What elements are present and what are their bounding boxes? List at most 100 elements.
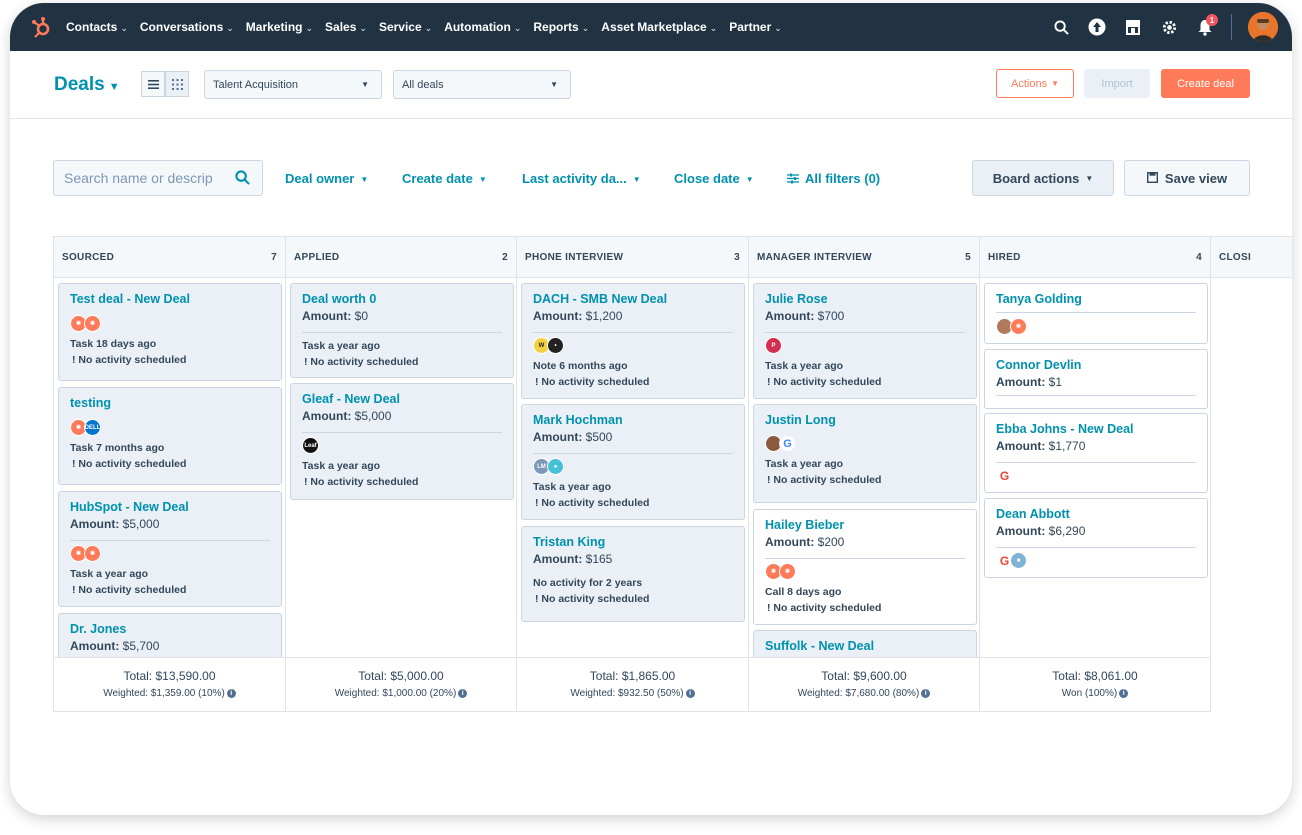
marketplace-icon[interactable] bbox=[1123, 17, 1143, 37]
search-icon[interactable] bbox=[235, 170, 250, 188]
board-view-button[interactable] bbox=[165, 71, 189, 97]
list-view-button[interactable] bbox=[141, 71, 165, 97]
deal-card[interactable]: Julie Rose Amount: $700 P Task a year ag… bbox=[753, 283, 977, 399]
deal-name-link[interactable]: DACH - SMB New Deal bbox=[533, 292, 733, 306]
deal-amount: Amount: $700 bbox=[765, 309, 845, 323]
nav-conversations[interactable]: Conversations ⌄ bbox=[140, 20, 234, 34]
deal-name-link[interactable]: Dr. Jones bbox=[70, 622, 270, 636]
deal-card[interactable]: Test deal - New Deal ✱ ✱ Task 18 days ag… bbox=[58, 283, 282, 381]
deal-card[interactable]: Deal worth 0 Amount: $0 Task a year ago … bbox=[290, 283, 514, 378]
hubspot-logo-icon[interactable] bbox=[30, 16, 52, 38]
nav-contacts[interactable]: Contacts ⌄ bbox=[66, 20, 128, 34]
nav-service[interactable]: Service ⌄ bbox=[379, 20, 432, 34]
deal-card[interactable]: Dr. Jones Amount: $5,700 bbox=[58, 613, 282, 658]
associated-avatars: ✱ ✱ bbox=[765, 562, 965, 581]
deal-card[interactable]: Justin Long G Task a year ago ! No activ… bbox=[753, 404, 977, 503]
deal-name-link[interactable]: Dean Abbott bbox=[996, 507, 1196, 521]
sliders-icon bbox=[787, 172, 799, 187]
page-header: Deals ▼ Talent Acquisition ▼ All deals ▼ Ac… bbox=[10, 51, 1292, 119]
import-button[interactable]: Import bbox=[1084, 69, 1150, 98]
deal-card[interactable]: Connor Devlin Amount: $1 bbox=[984, 349, 1208, 409]
card-divider bbox=[765, 332, 965, 333]
column-count: 7 bbox=[271, 251, 277, 263]
column-header: SOURCED 7 bbox=[54, 236, 285, 278]
deal-name-link[interactable]: Ebba Johns - New Deal bbox=[996, 422, 1196, 436]
deal-card[interactable]: Gleaf - New Deal Amount: $5,000 Leaf Tas… bbox=[290, 383, 514, 500]
deal-name-link[interactable]: Gleaf - New Deal bbox=[302, 392, 502, 406]
nav-sales[interactable]: Sales ⌄ bbox=[325, 20, 367, 34]
deal-name-link[interactable]: Mark Hochman bbox=[533, 413, 733, 427]
search-input[interactable]: Search name or descrip bbox=[53, 160, 263, 196]
info-icon[interactable]: i bbox=[226, 688, 236, 698]
view-select[interactable]: All deals ▼ bbox=[393, 70, 571, 99]
filter-last-activity-date[interactable]: Last activity da... ▼ bbox=[522, 171, 641, 186]
create-deal-button[interactable]: Create deal bbox=[1161, 69, 1250, 98]
deal-amount: Amount: $1,200 bbox=[533, 309, 623, 323]
pipeline-select[interactable]: Talent Acquisition ▼ bbox=[204, 70, 382, 99]
board-column-hired: HIRED 4 Tanya Golding ✱ Connor Devlin Amo… bbox=[980, 236, 1211, 712]
user-avatar[interactable] bbox=[1248, 12, 1278, 42]
company-logo-icon: ■ bbox=[1010, 552, 1027, 569]
filter-deal-owner[interactable]: Deal owner ▼ bbox=[285, 171, 368, 186]
deal-card[interactable]: Ebba Johns - New Deal Amount: $1,770 G bbox=[984, 413, 1208, 493]
info-icon[interactable]: i bbox=[685, 688, 695, 698]
nav-automation[interactable]: Automation ⌄ bbox=[444, 20, 521, 34]
deal-card[interactable]: Hailey Bieber Amount: $200 ✱ ✱ Call 8 da… bbox=[753, 509, 977, 625]
all-filters-button[interactable]: All filters (0) bbox=[787, 171, 880, 187]
caret-down-icon: ▼ bbox=[1051, 79, 1059, 88]
last-activity: Task a year ago bbox=[302, 340, 381, 352]
deal-name-link[interactable]: Tanya Golding bbox=[996, 292, 1196, 306]
deal-amount: Amount: $5,700 bbox=[70, 639, 160, 653]
info-icon[interactable]: i bbox=[458, 688, 468, 698]
search-icon[interactable] bbox=[1051, 17, 1071, 37]
nav-utilities: 1 bbox=[1051, 3, 1278, 51]
column-weighted: Won (100%) i bbox=[980, 688, 1210, 699]
actions-button[interactable]: Actions ▼ bbox=[996, 69, 1074, 98]
deal-card[interactable]: Mark Hochman Amount: $500 LM ● Task a ye… bbox=[521, 404, 745, 520]
deal-card[interactable]: Tristan King Amount: $165 No activity fo… bbox=[521, 526, 745, 622]
deal-amount: Amount: $1 bbox=[996, 375, 1063, 389]
object-switcher[interactable]: Deals ▼ bbox=[54, 74, 120, 96]
deal-name-link[interactable]: Hailey Bieber bbox=[765, 518, 965, 532]
deal-name-link[interactable]: Julie Rose bbox=[765, 292, 965, 306]
deal-card[interactable]: DACH - SMB New Deal Amount: $1,200 W • N… bbox=[521, 283, 745, 399]
deal-name-link[interactable]: Tristan King bbox=[533, 535, 733, 549]
info-icon[interactable]: i bbox=[1119, 688, 1129, 698]
nav-reports[interactable]: Reports ⌄ bbox=[533, 20, 589, 34]
google-logo-icon: G bbox=[996, 467, 1013, 484]
board-column-phone-interview: PHONE INTERVIEW 3 DACH - SMB New Deal Amo… bbox=[517, 236, 749, 712]
column-weighted: Weighted: $932.50 (50%) i bbox=[517, 688, 748, 699]
deal-card[interactable]: Dean Abbott Amount: $6,290 G ■ bbox=[984, 498, 1208, 578]
deal-name-link[interactable]: Connor Devlin bbox=[996, 358, 1196, 372]
deal-card[interactable]: Suffolk - New Deal bbox=[753, 630, 977, 658]
deal-name-link[interactable]: Justin Long bbox=[765, 413, 965, 427]
nav-marketing[interactable]: Marketing ⌄ bbox=[246, 20, 313, 34]
deal-amount: Amount: $0 bbox=[302, 309, 369, 323]
notifications-bell-icon[interactable]: 1 bbox=[1195, 14, 1218, 37]
next-activity: ! No activity scheduled bbox=[72, 458, 187, 470]
filter-close-date[interactable]: Close date ▼ bbox=[674, 171, 754, 186]
deal-card[interactable]: Tanya Golding ✱ bbox=[984, 283, 1208, 344]
filter-create-date[interactable]: Create date ▼ bbox=[402, 171, 487, 186]
deal-name-link[interactable]: Test deal - New Deal bbox=[70, 292, 270, 306]
column-weighted: Weighted: $1,359.00 (10%) i bbox=[54, 688, 285, 699]
deal-name-link[interactable]: Deal worth 0 bbox=[302, 292, 502, 306]
column-count: 2 bbox=[502, 251, 508, 263]
deal-name-link[interactable]: testing bbox=[70, 396, 270, 410]
board-actions-button[interactable]: Board actions ▼ bbox=[972, 160, 1114, 196]
deal-card[interactable]: testing ✱ DELL Task 7 months ago ! No ac… bbox=[58, 387, 282, 485]
last-activity: Task a year ago bbox=[70, 568, 149, 580]
last-activity: Task 7 months ago bbox=[70, 442, 165, 454]
last-activity: Note 6 months ago bbox=[533, 360, 628, 372]
nav-divider bbox=[1231, 14, 1232, 40]
deal-card[interactable]: HubSpot - New Deal Amount: $5,000 ✱ ✱ Ta… bbox=[58, 491, 282, 607]
settings-gear-icon[interactable] bbox=[1159, 17, 1179, 37]
save-disk-icon bbox=[1146, 171, 1158, 186]
info-icon[interactable]: i bbox=[921, 688, 931, 698]
upgrade-icon[interactable] bbox=[1087, 17, 1107, 37]
deal-name-link[interactable]: Suffolk - New Deal bbox=[765, 639, 965, 653]
nav-asset-marketplace[interactable]: Asset Marketplace ⌄ bbox=[601, 20, 717, 34]
deal-name-link[interactable]: HubSpot - New Deal bbox=[70, 500, 270, 514]
save-view-button[interactable]: Save view bbox=[1124, 160, 1250, 196]
nav-partner[interactable]: Partner ⌄ bbox=[729, 20, 782, 34]
